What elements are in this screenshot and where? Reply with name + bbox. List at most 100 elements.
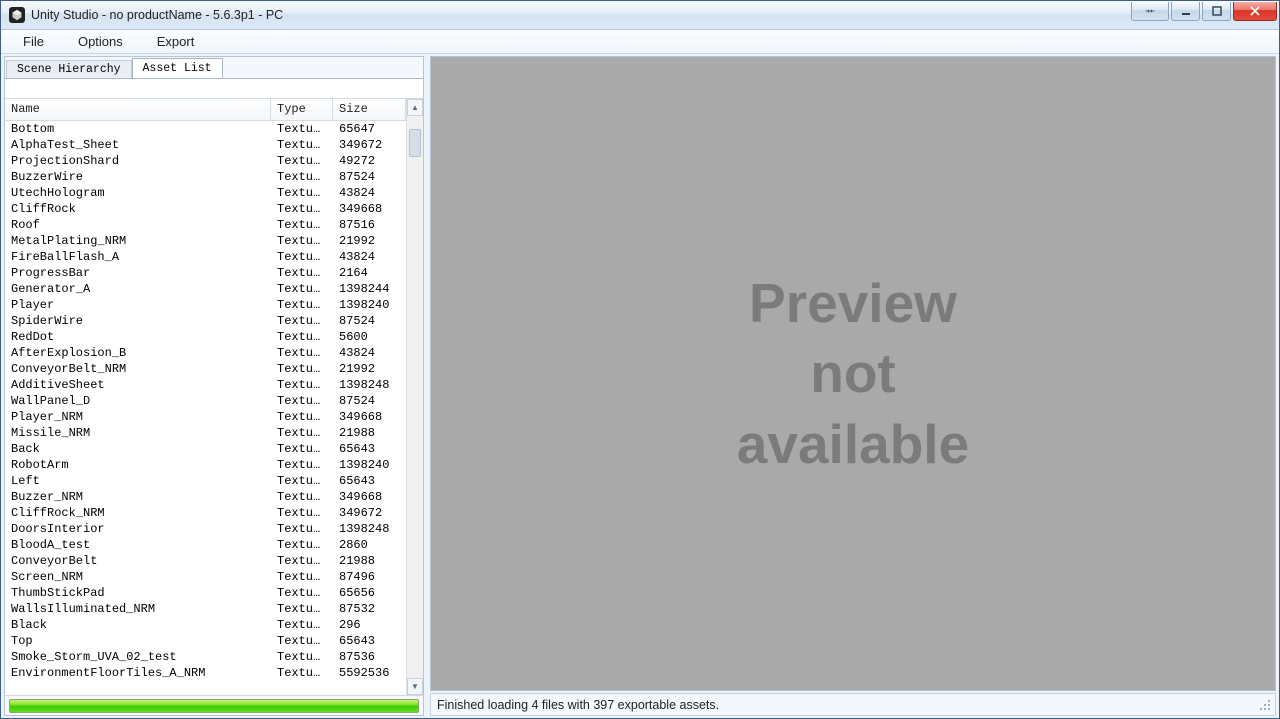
menu-options[interactable]: Options [70, 32, 131, 51]
cell-name: WallPanel_D [5, 394, 271, 408]
cell-size: 349672 [333, 506, 406, 520]
table-row[interactable]: Generator_ATexture2D1398244 [5, 281, 406, 297]
table-row[interactable]: CliffRockTexture2D349668 [5, 201, 406, 217]
cell-size: 21988 [333, 554, 406, 568]
table-row[interactable]: AfterExplosion_BTexture2D43824 [5, 345, 406, 361]
table-row[interactable]: UtechHologramTexture2D43824 [5, 185, 406, 201]
table-row[interactable]: WallPanel_DTexture2D87524 [5, 393, 406, 409]
table-row[interactable]: ConveyorBeltTexture2D21988 [5, 553, 406, 569]
menu-export[interactable]: Export [149, 32, 203, 51]
cell-type: Texture2D [271, 634, 333, 648]
cell-type: Texture2D [271, 234, 333, 248]
close-button[interactable] [1233, 2, 1277, 21]
table-row[interactable]: ProjectionShardTexture2D49272 [5, 153, 406, 169]
cell-type: Texture2D [271, 426, 333, 440]
vertical-scrollbar[interactable]: ▲ ▼ [406, 99, 423, 695]
table-row[interactable]: EnvironmentFloorTiles_A_NRMTexture2D5592… [5, 665, 406, 681]
table-row[interactable]: Buzzer_NRMTexture2D349668 [5, 489, 406, 505]
cell-type: Texture2D [271, 474, 333, 488]
preview-line-1: Preview [737, 268, 969, 338]
filter-input[interactable] [5, 79, 423, 98]
table-row[interactable]: RobotArmTexture2D1398240 [5, 457, 406, 473]
table-row[interactable]: ThumbStickPadTexture2D65656 [5, 585, 406, 601]
filter-row [5, 79, 423, 99]
cell-size: 65647 [333, 122, 406, 136]
cell-name: DoorsInterior [5, 522, 271, 536]
column-type[interactable]: Type [271, 99, 333, 120]
cell-size: 349668 [333, 410, 406, 424]
window-title: Unity Studio - no productName - 5.6.3p1 … [31, 8, 283, 22]
table-row[interactable]: BlackTexture2D296 [5, 617, 406, 633]
cell-name: ThumbStickPad [5, 586, 271, 600]
cell-name: CliffRock [5, 202, 271, 216]
cell-name: RedDot [5, 330, 271, 344]
column-size[interactable]: Size [333, 99, 406, 120]
preview-area: Preview not available [430, 56, 1276, 691]
table-row[interactable]: BuzzerWireTexture2D87524 [5, 169, 406, 185]
table-row[interactable]: ProgressBarTexture2D2164 [5, 265, 406, 281]
cell-type: Texture2D [271, 554, 333, 568]
table-row[interactable]: LeftTexture2D65643 [5, 473, 406, 489]
preview-line-3: available [737, 409, 969, 479]
cell-type: Texture2D [271, 586, 333, 600]
table-row[interactable]: AlphaTest_SheetTexture2D349672 [5, 137, 406, 153]
table-row[interactable]: DoorsInteriorTexture2D1398248 [5, 521, 406, 537]
table-row[interactable]: BloodA_testTexture2D2860 [5, 537, 406, 553]
table-row[interactable]: SpiderWireTexture2D87524 [5, 313, 406, 329]
titlebar[interactable]: Unity Studio - no productName - 5.6.3p1 … [1, 1, 1279, 30]
table-row[interactable]: WallsIlluminated_NRMTexture2D87532 [5, 601, 406, 617]
resize-grip[interactable] [1259, 699, 1273, 713]
table-row[interactable]: MetalPlating_NRMTexture2D21992 [5, 233, 406, 249]
online-help-button[interactable] [1131, 2, 1169, 21]
table-row[interactable]: Screen_NRMTexture2D87496 [5, 569, 406, 585]
cell-name: Generator_A [5, 282, 271, 296]
tab-scene-hierarchy[interactable]: Scene Hierarchy [6, 60, 132, 78]
cell-name: ConveyorBelt [5, 554, 271, 568]
cell-name: Bottom [5, 122, 271, 136]
table-row[interactable]: ConveyorBelt_NRMTexture2D21992 [5, 361, 406, 377]
cell-type: Texture2D [271, 250, 333, 264]
scroll-thumb[interactable] [409, 129, 421, 157]
asset-table: Name Type Size BottomTexture2D65647Alpha… [5, 99, 423, 695]
cell-name: Back [5, 442, 271, 456]
scroll-down-arrow[interactable]: ▼ [407, 678, 423, 695]
menubar: File Options Export [1, 30, 1279, 54]
table-row[interactable]: FireBallFlash_ATexture2D43824 [5, 249, 406, 265]
cell-type: Texture2D [271, 154, 333, 168]
tab-asset-list[interactable]: Asset List [132, 58, 223, 78]
table-row[interactable]: Smoke_Storm_UVA_02_testTexture2D87536 [5, 649, 406, 665]
asset-table-scroll[interactable]: Name Type Size BottomTexture2D65647Alpha… [5, 99, 406, 695]
progress-wrap [5, 695, 423, 715]
table-row[interactable]: BottomTexture2D65647 [5, 121, 406, 137]
column-name[interactable]: Name [5, 99, 271, 120]
cell-size: 349672 [333, 138, 406, 152]
cell-type: Texture2D [271, 650, 333, 664]
cell-type: Texture2D [271, 314, 333, 328]
table-row[interactable]: AdditiveSheetTexture2D1398248 [5, 377, 406, 393]
minimize-button[interactable] [1171, 2, 1200, 21]
table-row[interactable]: RedDotTexture2D5600 [5, 329, 406, 345]
table-row[interactable]: PlayerTexture2D1398240 [5, 297, 406, 313]
cell-name: SpiderWire [5, 314, 271, 328]
scroll-up-arrow[interactable]: ▲ [407, 99, 423, 116]
table-row[interactable]: Missile_NRMTexture2D21988 [5, 425, 406, 441]
cell-type: Texture2D [271, 282, 333, 296]
cell-name: AfterExplosion_B [5, 346, 271, 360]
table-body: BottomTexture2D65647AlphaTest_SheetTextu… [5, 121, 406, 681]
table-row[interactable]: BackTexture2D65643 [5, 441, 406, 457]
window-controls [1131, 2, 1277, 21]
cell-type: Texture2D [271, 298, 333, 312]
cell-type: Texture2D [271, 378, 333, 392]
maximize-button[interactable] [1202, 2, 1231, 21]
table-row[interactable]: CliffRock_NRMTexture2D349672 [5, 505, 406, 521]
table-row[interactable]: RoofTexture2D87516 [5, 217, 406, 233]
cell-size: 2860 [333, 538, 406, 552]
cell-size: 296 [333, 618, 406, 632]
cell-type: Texture2D [271, 138, 333, 152]
cell-type: Texture2D [271, 458, 333, 472]
cell-size: 65643 [333, 474, 406, 488]
cell-size: 349668 [333, 490, 406, 504]
menu-file[interactable]: File [15, 32, 52, 51]
table-row[interactable]: Player_NRMTexture2D349668 [5, 409, 406, 425]
table-row[interactable]: TopTexture2D65643 [5, 633, 406, 649]
